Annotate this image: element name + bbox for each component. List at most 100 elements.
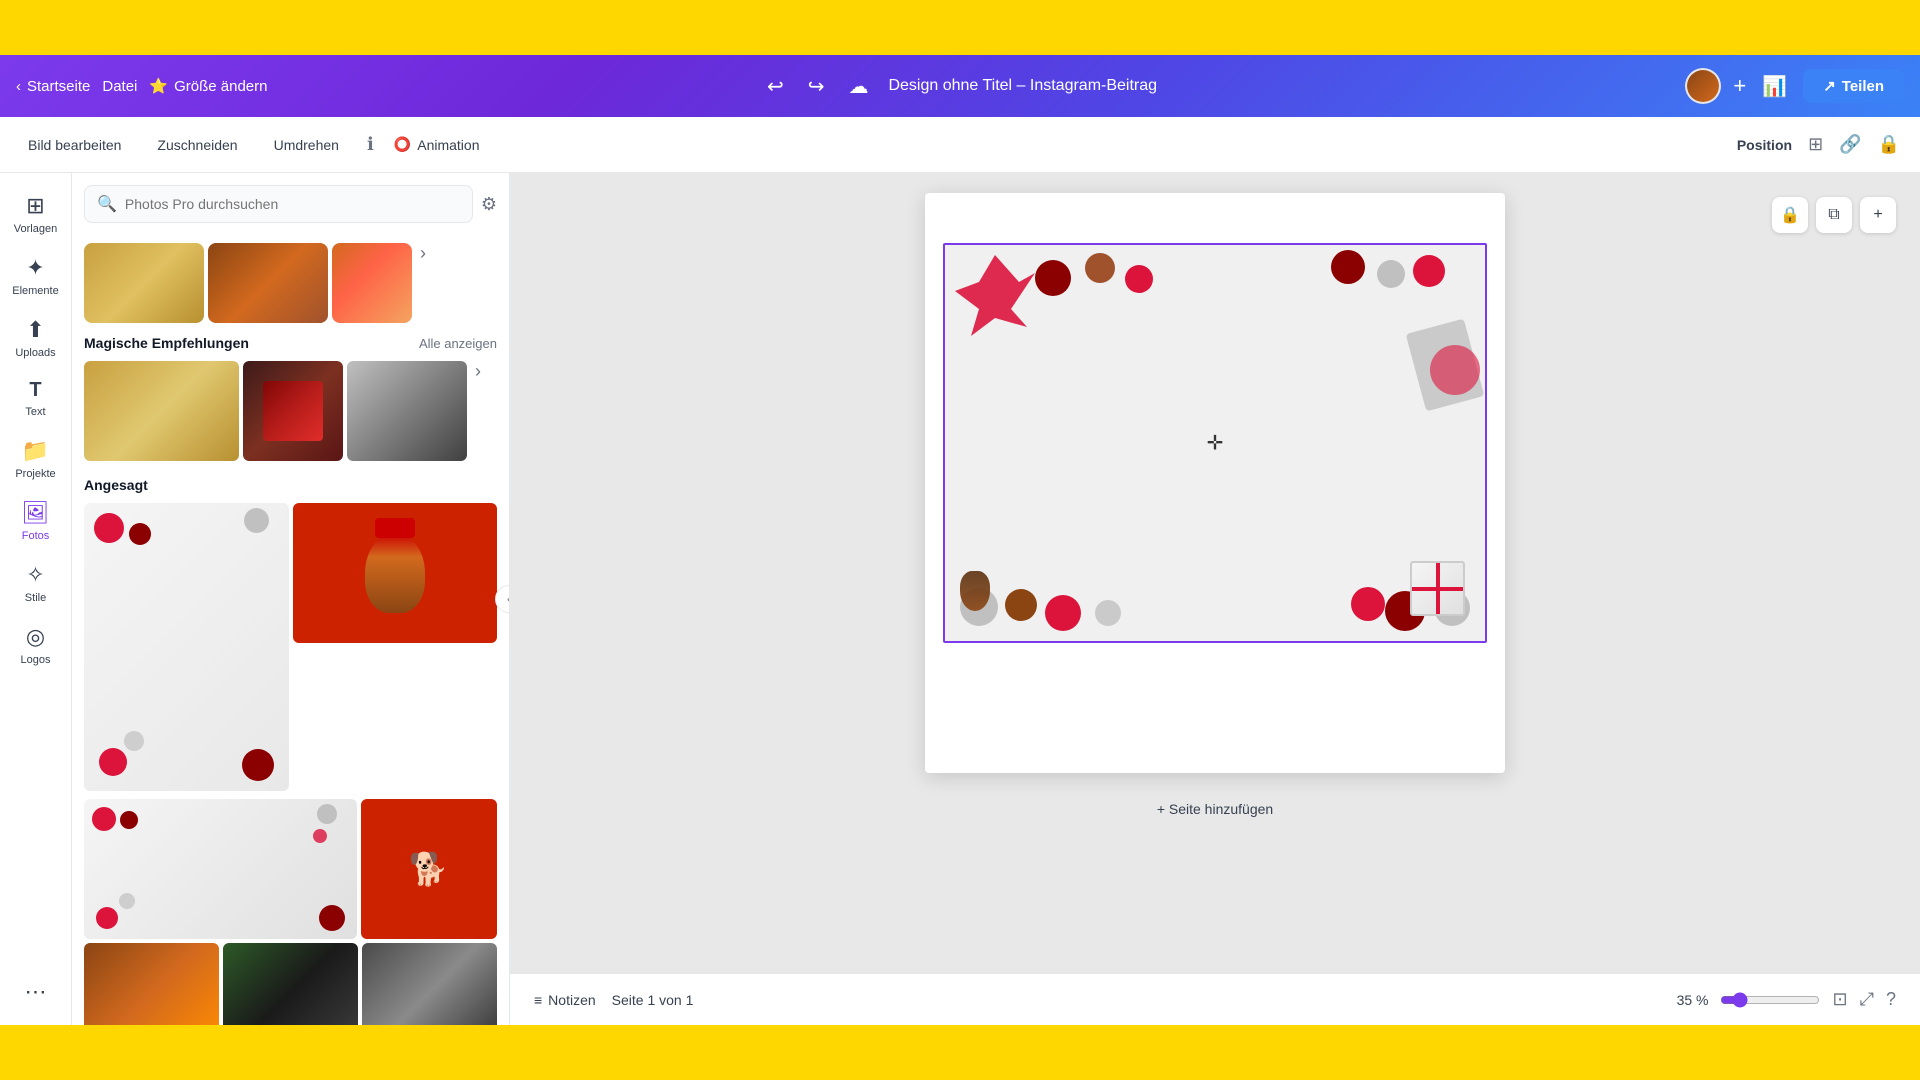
sidebar-item-apps[interactable]: ⋯ xyxy=(4,971,68,1013)
info-button[interactable]: ℹ xyxy=(367,134,374,155)
apps-icon: ⋯ xyxy=(25,979,47,1005)
app-container: ‹ Startseite Datei ⭐ Größe ändern ↩ ↪ ☁ … xyxy=(0,55,1920,1025)
avatar xyxy=(1685,68,1721,104)
photo-thumb-2[interactable] xyxy=(208,243,328,323)
search-bar: 🔍 ⚙ xyxy=(72,173,509,235)
sidebar-item-elemente[interactable]: ✦ Elemente xyxy=(4,247,68,305)
add-collaborator-button[interactable]: + xyxy=(1733,73,1746,99)
show-all-magic-link[interactable]: Alle anzeigen xyxy=(419,336,497,351)
page-indicator: Seite 1 von 1 xyxy=(612,992,694,1008)
trending-row-b xyxy=(84,943,497,1025)
magic-scroll-right-icon[interactable]: › xyxy=(475,361,481,461)
link-button[interactable]: 🔗 xyxy=(1839,134,1861,155)
magic-photo-1[interactable] xyxy=(84,361,239,461)
canvas-add-button[interactable]: + xyxy=(1860,197,1896,233)
avatar-image xyxy=(1687,70,1719,102)
analytics-button[interactable]: 📊 xyxy=(1758,70,1791,103)
zoom-percent: 35 % xyxy=(1677,992,1709,1008)
sidebar-item-vorlagen[interactable]: ⊞ Vorlagen xyxy=(4,185,68,243)
trending-citrus[interactable] xyxy=(84,943,219,1025)
top-yellow-bar xyxy=(0,0,1920,55)
undo-button[interactable]: ↩ xyxy=(763,70,788,103)
sidebar-label-stile: Stile xyxy=(25,592,46,604)
sidebar-item-stile[interactable]: ✧ Stile xyxy=(4,554,68,612)
share-button[interactable]: ↗ Teilen xyxy=(1803,69,1904,103)
canvas-bottom-bar: ≡ Notizen Seite 1 von 1 35 % ⊡ ⤢ ? xyxy=(510,973,1920,1025)
zoom-slider[interactable] xyxy=(1720,992,1820,1008)
canvas-lock-button[interactable]: 🔒 xyxy=(1772,197,1808,233)
search-input[interactable] xyxy=(125,196,460,212)
trending-photo-1[interactable] xyxy=(84,503,289,791)
sidebar-label-projekte: Projekte xyxy=(15,468,55,480)
sidebar-item-text[interactable]: T Text xyxy=(4,371,68,426)
second-toolbar: Bild bearbeiten Zuschneiden Umdrehen ℹ ⭕… xyxy=(0,117,1920,173)
text-icon: T xyxy=(29,379,41,402)
edit-image-button[interactable]: Bild bearbeiten xyxy=(20,131,129,159)
photo-thumb-1[interactable] xyxy=(84,243,204,323)
position-button[interactable]: Position xyxy=(1737,137,1792,153)
projekte-icon: 📁 xyxy=(22,438,49,464)
magic-photos-row: › xyxy=(84,361,497,461)
trending-family1[interactable] xyxy=(223,943,358,1025)
sidebar-item-projekte[interactable]: 📁 Projekte xyxy=(4,430,68,488)
sidebar-label-uploads: Uploads xyxy=(15,347,55,359)
canvas-page: ✛ xyxy=(925,193,1505,773)
sidebar-label-text: Text xyxy=(25,406,45,418)
crop-button[interactable]: Zuschneiden xyxy=(149,131,245,159)
search-input-wrap[interactable]: 🔍 xyxy=(84,185,473,223)
fit-page-button[interactable]: ⊡ xyxy=(1832,989,1847,1010)
sidebar-item-fotos[interactable]: 🖼 Fotos xyxy=(4,492,68,550)
resize-star-icon: ⭐ xyxy=(149,77,168,95)
trending-photo-2[interactable] xyxy=(293,503,498,643)
logos-icon: ◎ xyxy=(26,624,45,650)
resize-button[interactable]: ⭐ Größe ändern xyxy=(149,77,267,95)
zoom-controls: 35 % ⊡ ⤢ ? xyxy=(1677,989,1896,1010)
sidebar-label-vorlagen: Vorlagen xyxy=(14,223,57,235)
lock-button[interactable]: 🔒 xyxy=(1878,134,1900,155)
magic-photo-3[interactable] xyxy=(347,361,467,461)
selected-image[interactable]: ✛ xyxy=(943,243,1487,643)
add-page-button[interactable]: + Seite hinzufügen xyxy=(925,785,1505,833)
header-center: ↩ ↪ ☁ Design ohne Titel – Instagram-Beit… xyxy=(492,70,1428,103)
trending-family2[interactable] xyxy=(362,943,497,1025)
photo-panel: 🔍 ⚙ › Magische Empfehlungen Alle anzeig xyxy=(72,173,510,1025)
sidebar-item-uploads[interactable]: ⬆ Uploads xyxy=(4,309,68,367)
magic-section-header: Magische Empfehlungen Alle anzeigen xyxy=(84,335,497,351)
panel-content: › Magische Empfehlungen Alle anzeigen xyxy=(72,235,509,1025)
notes-button[interactable]: ≡ Notizen xyxy=(534,992,596,1008)
sidebar: ⊞ Vorlagen ✦ Elemente ⬆ Uploads T Text 📁… xyxy=(0,173,72,1025)
main-content: ⊞ Vorlagen ✦ Elemente ⬆ Uploads T Text 📁… xyxy=(0,173,1920,1025)
back-home-button[interactable]: ‹ Startseite xyxy=(16,78,90,95)
magic-section-title: Magische Empfehlungen xyxy=(84,335,249,351)
scroll-right-icon[interactable]: › xyxy=(420,243,426,323)
filter-button[interactable]: ⚙ xyxy=(481,194,497,215)
photo-thumb-3[interactable] xyxy=(332,243,412,323)
search-icon: 🔍 xyxy=(97,194,117,214)
document-title: Design ohne Titel – Instagram-Beitrag xyxy=(888,77,1157,95)
notes-icon: ≡ xyxy=(534,992,542,1008)
share-icon: ↗ xyxy=(1823,77,1836,95)
trending-red-ornaments[interactable] xyxy=(84,799,357,939)
trending-grid-row1 xyxy=(84,503,497,791)
animation-button[interactable]: ⭕ Animation xyxy=(394,136,480,153)
flip-button[interactable]: Umdrehen xyxy=(266,131,347,159)
top-photo-scroll: › xyxy=(84,243,497,323)
trending-santa-dog[interactable]: 🐕 xyxy=(361,799,497,939)
grid-button[interactable]: ⊞ xyxy=(1808,134,1823,155)
back-icon: ‹ xyxy=(16,78,21,95)
fullscreen-button[interactable]: ⤢ xyxy=(1860,989,1874,1010)
sidebar-label-elemente: Elemente xyxy=(12,285,58,297)
canvas-floating-icons: 🔒 ⧉ + xyxy=(1772,197,1896,233)
help-button[interactable]: ? xyxy=(1886,989,1896,1010)
magic-photo-2[interactable] xyxy=(243,361,343,461)
trending-section-header: Angesagt xyxy=(84,477,497,493)
bottom-yellow-bar xyxy=(0,1025,1920,1080)
canvas-duplicate-button[interactable]: ⧉ xyxy=(1816,197,1852,233)
header: ‹ Startseite Datei ⭐ Größe ändern ↩ ↪ ☁ … xyxy=(0,55,1920,117)
uploads-icon: ⬆ xyxy=(26,317,44,343)
redo-button[interactable]: ↪ xyxy=(804,70,829,103)
toolbar-right: Position ⊞ 🔗 🔒 xyxy=(1737,134,1900,155)
sidebar-item-logos[interactable]: ◎ Logos xyxy=(4,616,68,674)
cloud-save-button[interactable]: ☁ xyxy=(844,70,872,103)
file-menu-button[interactable]: Datei xyxy=(102,78,137,95)
